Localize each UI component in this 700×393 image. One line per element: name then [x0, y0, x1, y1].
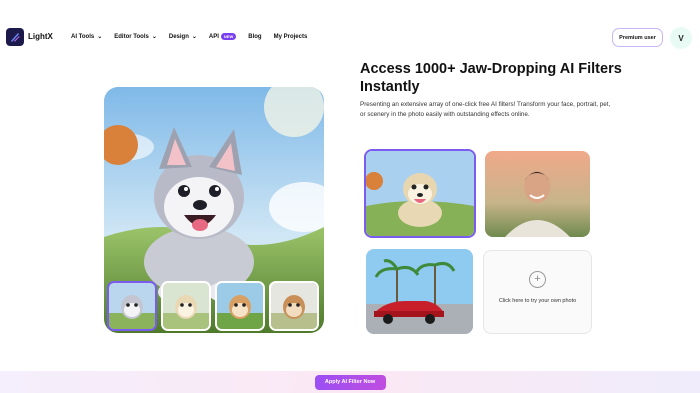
chevron-down-icon: ⌄	[151, 34, 157, 40]
chevron-down-icon: ⌄	[97, 34, 103, 40]
style-thumbnail-3[interactable]	[215, 281, 265, 331]
nav-item-design[interactable]: Design ⌄	[168, 33, 197, 41]
style-thumbnail-2[interactable]	[161, 281, 211, 331]
nav-item-label: Editor Tools	[114, 33, 149, 40]
style-thumbnail-1[interactable]	[107, 281, 157, 331]
page-headline: Access 1000+ Jaw-Dropping AI Filters Ins…	[360, 61, 622, 95]
bottom-cta-bar: Apply AI Filter Now	[0, 371, 700, 393]
apply-ai-filter-button[interactable]: Apply AI Filter Now	[314, 374, 386, 390]
nav-item-label: AI Tools	[71, 33, 95, 40]
new-badge: NEW	[220, 33, 237, 40]
sample-image-portrait[interactable]	[485, 151, 590, 237]
nav-item-label: My Projects	[273, 33, 308, 40]
page: LightX AI Tools ⌄ Editor Tools ⌄ Design …	[0, 0, 700, 393]
user-avatar[interactable]: V	[670, 27, 692, 49]
brand-name[interactable]: LightX	[28, 32, 53, 41]
style-thumbnails	[107, 281, 323, 331]
nav-item-api[interactable]: API NEW	[208, 33, 237, 40]
sample-image-puppy[interactable]	[364, 149, 476, 238]
premium-user-button[interactable]: Premium user	[612, 28, 663, 47]
upload-prompt-text: Click here to try your own photo	[498, 298, 577, 304]
nav-item-blog[interactable]: Blog	[248, 34, 261, 40]
nav-menu: AI Tools ⌄ Editor Tools ⌄ Design ⌄ API N…	[71, 33, 319, 40]
upload-own-photo-card[interactable]: + Click here to try your own photo	[483, 250, 592, 334]
nav-item-label: API	[208, 33, 219, 40]
nav-item-my-projects[interactable]: My Projects	[274, 34, 308, 40]
chevron-down-icon: ⌄	[191, 34, 197, 40]
nav-item-editor-tools[interactable]: Editor Tools ⌄	[114, 33, 157, 41]
add-photo-icon: +	[529, 271, 546, 288]
lightx-logo-icon[interactable]	[6, 28, 24, 46]
nav-item-label: Design	[168, 33, 189, 40]
page-description: Presenting an extensive array of one-cli…	[360, 101, 611, 118]
sample-image-car-scenery[interactable]	[366, 249, 473, 334]
nav-item-label: Blog	[248, 33, 262, 40]
nav-item-ai-tools[interactable]: AI Tools ⌄	[71, 33, 103, 41]
style-thumbnail-4[interactable]	[269, 281, 319, 331]
